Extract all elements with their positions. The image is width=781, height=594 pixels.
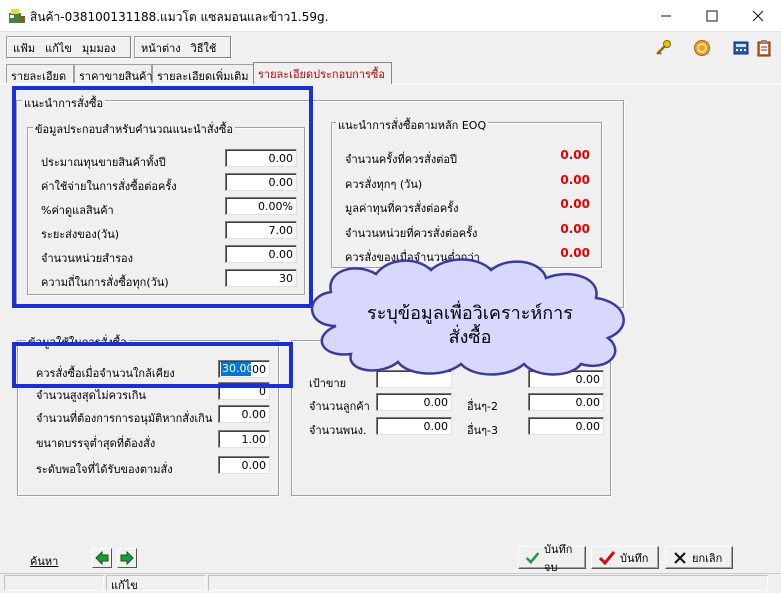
approval-qty-input[interactable] — [218, 405, 270, 423]
prev-record-button[interactable] — [92, 548, 112, 568]
employee-count-input[interactable] — [376, 417, 452, 435]
title-bar: สินค้า-038100131188.แมวโต แซลมอนและข้าว1… — [0, 0, 781, 31]
other-2-input[interactable] — [528, 393, 604, 411]
save-close-label: บันทึกจบ — [544, 542, 573, 574]
tab-extra-details[interactable]: รายละเอียดเพิ่มเติม — [152, 64, 254, 83]
customer-count-input[interactable] — [376, 393, 452, 411]
eoq-orders-per-year-label: จำนวนครั้งที่ควรสั่งต่อปี — [345, 153, 457, 166]
satisfaction-input[interactable] — [218, 456, 270, 474]
gold-coin-icon[interactable] — [690, 37, 714, 59]
window-title: สินค้า-038100131188.แมวโต แซลมอนและข้าว1… — [30, 10, 329, 24]
clipboard-icon[interactable] — [752, 37, 776, 59]
menu-help[interactable]: วิธีใช้ — [191, 39, 217, 57]
eoq-units-per-order-value: 0.00 — [560, 222, 590, 236]
tab-selling-price[interactable]: ราคาขายสินค้า — [74, 64, 153, 83]
customer-count-label: จำนวนลูกค้า — [309, 400, 370, 413]
callout-text: ระบุข้อมูลเพื่อวิเคราะห์การ สั่งซื้อ — [330, 302, 610, 350]
save-close-button[interactable]: บันทึกจบ — [518, 543, 586, 574]
next-record-button[interactable] — [117, 548, 137, 568]
menu-view[interactable]: มุมมอง — [82, 39, 116, 57]
approval-qty-label: จำนวนที่ต้องการการอนุมัติหากสั่งเกิน — [36, 412, 213, 425]
status-cell-1 — [4, 575, 104, 591]
eoq-cost-per-order-value: 0.00 — [560, 197, 590, 211]
min-pack-label: ขนาดบรรจุต่ำสุดที่ต้องสั่ง — [36, 437, 156, 450]
cancel-label: ยกเลิก — [692, 551, 723, 565]
min-pack-input[interactable] — [218, 430, 270, 448]
search-link[interactable]: ค้นหา — [30, 552, 58, 570]
maximize-button[interactable] — [689, 0, 735, 31]
tab-purchase-details[interactable]: รายละเอียดประกอบการซื้อ — [253, 62, 392, 84]
eoq-order-every-value: 0.00 — [560, 173, 590, 187]
highlight-box-calc — [12, 86, 313, 308]
other-3-label: อื่นๆ-3 — [467, 424, 499, 437]
arrow-right-icon — [120, 551, 134, 565]
eoq-order-every-label: ควรสั่งทุกๆ (วัน) — [345, 178, 423, 191]
satisfaction-label: ระดับพอใจที่ได้รับของตามสั่ง — [36, 463, 173, 476]
menu-bar: แฟ้ม แก้ไข มุมมอง หน้าต่าง วิธีใช้ — [0, 31, 781, 62]
app-icon — [8, 7, 26, 25]
eoq-orders-per-year-value: 0.00 — [560, 148, 590, 162]
menu-window[interactable]: หน้าต่าง — [141, 39, 181, 57]
minimize-button[interactable] — [643, 0, 689, 31]
sales-target-label: เป้าขาย — [309, 377, 347, 390]
eoq-units-per-order-label: จำนวนหน่วยที่ควรสั่งต่อครั้ง — [345, 227, 478, 240]
red-check-icon — [598, 550, 616, 565]
menu-group-main: แฟ้ม แก้ไข มุมมอง — [6, 36, 132, 59]
max-qty-label: จำนวนสูงสุดไม่ควรเกิน — [36, 389, 146, 402]
menu-group-window: หน้าต่าง วิธีใช้ — [134, 36, 232, 59]
calculator-icon[interactable] — [729, 37, 753, 59]
other-2-label: อื่นๆ-2 — [467, 400, 499, 413]
eoq-title: แนะนำการสั่งซื้อตามหลัก EOQ — [336, 116, 489, 134]
callout-line-1: ระบุข้อมูลเพื่อวิเคราะห์การ — [367, 303, 573, 324]
close-button[interactable] — [735, 0, 781, 31]
eoq-cost-per-order-label: มูลค่าทุนที่ควรสั่งต่อครั้ง — [345, 202, 459, 215]
key-icon[interactable] — [651, 37, 675, 59]
menu-file[interactable]: แฟ้ม — [13, 39, 35, 57]
save-button[interactable]: บันทึก — [591, 546, 659, 569]
save-label: บันทึก — [620, 551, 649, 565]
status-cell-3 — [208, 575, 768, 591]
arrow-left-icon — [95, 551, 109, 565]
status-mode: แก้ไข — [106, 575, 206, 592]
other-3-input[interactable] — [528, 417, 604, 435]
green-check-icon — [525, 551, 540, 564]
highlight-box-reorder — [12, 342, 293, 388]
tab-details[interactable]: รายละเอียด — [6, 64, 74, 83]
close-x-icon — [674, 551, 686, 564]
menu-edit[interactable]: แก้ไข — [45, 39, 72, 57]
employee-count-label: จำนวนพนง. — [309, 424, 367, 437]
cancel-button[interactable]: ยกเลิก — [665, 546, 733, 569]
callout-line-2: สั่งซื้อ — [448, 327, 492, 348]
